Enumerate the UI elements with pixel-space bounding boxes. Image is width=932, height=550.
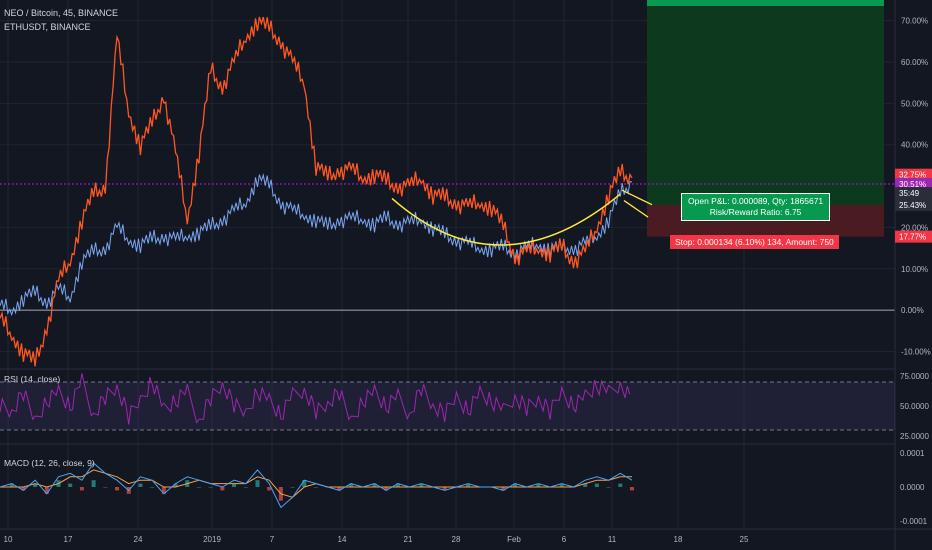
time-axis-label: 2019 (203, 535, 221, 544)
rsi-axis-label: 50.0000 (900, 402, 929, 411)
macd-histogram-bar (606, 487, 611, 488)
time-axis-label: 7 (270, 535, 275, 544)
macd-title[interactable]: MACD (12, 26, close, 9) (4, 458, 95, 468)
time-axis-label: 17 (64, 535, 73, 544)
price-axis-label: 10.00% (901, 265, 928, 274)
price-badge-label: 17.77% (899, 233, 926, 242)
macd-histogram-bar (302, 480, 307, 487)
macd-histogram-bar (68, 483, 73, 487)
price-axis-label: 70.00% (901, 17, 928, 26)
time-axis-label: 25 (740, 535, 749, 544)
compare-symbol-title[interactable]: ETHUSDT, BINANCE (4, 22, 91, 32)
target-zone-top (647, 0, 884, 6)
price-axis-label: 60.00% (901, 58, 928, 67)
stop-label[interactable]: Stop: 0.000134 (6.10%) 134, Amount: 750 (670, 235, 839, 249)
time-axis-label: 21 (404, 535, 413, 544)
macd-histogram-bar (115, 487, 120, 491)
macd-histogram-bar (103, 487, 108, 488)
price-axis-label: 50.00% (901, 99, 928, 108)
macd-histogram-bar (208, 487, 213, 488)
price-axis-label: 40.00% (901, 141, 928, 150)
macd-histogram-bar (618, 483, 623, 487)
symbol-title[interactable]: NEO / Bitcoin, 45, BINANCE (4, 8, 118, 18)
time-axis-label: 24 (134, 535, 143, 544)
macd-histogram-bar (255, 480, 260, 487)
macd-histogram-bar (243, 487, 248, 488)
price-badge-label: 35:49 (899, 189, 920, 198)
macd-histogram-bar (79, 487, 84, 491)
macd-histogram-bar (138, 483, 143, 487)
time-axis-label: 11 (608, 535, 617, 544)
target-zone[interactable] (647, 0, 884, 205)
time-axis-label: 10 (4, 535, 13, 544)
time-axis-label: Feb (507, 535, 521, 544)
macd-histogram-bar (630, 487, 634, 491)
macd-histogram-bar (91, 480, 96, 487)
rsi-axis-label: 75.0000 (900, 372, 929, 381)
time-axis-label: 14 (338, 535, 347, 544)
rsi-title[interactable]: RSI (14, close) (4, 374, 60, 384)
macd-histogram-bar (196, 487, 201, 488)
time-axis-label: 6 (562, 535, 567, 544)
rsi-axis-label: 25.0000 (900, 432, 929, 441)
trading-chart[interactable]: 70.00%60.00%50.00%40.00%20.00%10.00%0.00… (0, 0, 932, 550)
risk-reward-text: Risk/Reward Ratio: 6.75 (709, 207, 802, 217)
price-axis-label: -10.00% (901, 347, 931, 356)
macd-histogram-bar (594, 483, 599, 487)
time-axis-label: 18 (674, 535, 683, 544)
macd-histogram-bar (220, 487, 225, 491)
open-pnl-text: Open P&L: 0.000089, Qty: 1865671 (688, 196, 824, 206)
macd-axis-label: 0.0000 (900, 483, 925, 492)
price-badge-label: 25.43% (899, 201, 926, 210)
macd-histogram-bar (314, 487, 318, 488)
open-pnl-box[interactable]: Open P&L: 0.000089, Qty: 1865671 Risk/Re… (681, 193, 831, 221)
macd-histogram-bar (290, 487, 295, 488)
time-axis-label: 28 (452, 535, 461, 544)
price-axis[interactable] (895, 0, 932, 550)
macd-axis-label: -0.0001 (900, 517, 928, 526)
rsi-band-fill (0, 382, 895, 430)
price-axis-label: 0.00% (901, 306, 924, 315)
macd-axis-label: 0.0001 (900, 449, 925, 458)
macd-histogram-bar (150, 487, 155, 488)
